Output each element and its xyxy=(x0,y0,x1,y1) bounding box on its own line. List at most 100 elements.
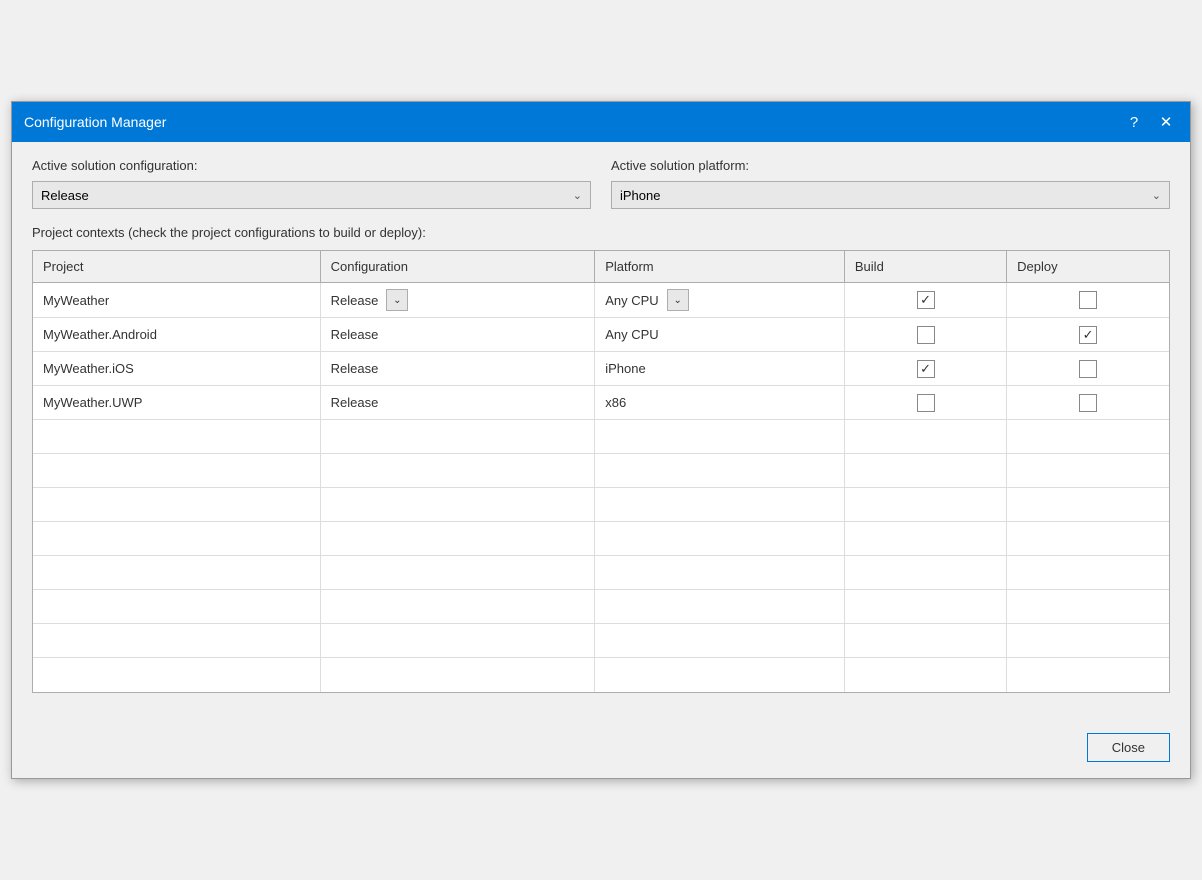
empty-cell xyxy=(33,658,320,692)
build-checkbox[interactable] xyxy=(917,394,935,412)
empty-cell xyxy=(320,454,595,488)
cell-config: Release ⌄ xyxy=(320,283,595,318)
empty-table-row xyxy=(33,658,1169,692)
empty-table-row xyxy=(33,522,1169,556)
deploy-checkbox[interactable] xyxy=(1079,394,1097,412)
platform-cell-dropdown-btn[interactable]: ⌄ xyxy=(667,289,689,311)
close-button[interactable]: Close xyxy=(1087,733,1170,762)
empty-cell xyxy=(1007,488,1169,522)
table-row: MyWeather.AndroidReleaseAny CPU xyxy=(33,318,1169,352)
empty-cell xyxy=(33,624,320,658)
empty-cell xyxy=(320,556,595,590)
build-checkbox[interactable] xyxy=(917,326,935,344)
platform-dropdown[interactable]: iPhone ⌄ xyxy=(611,181,1170,209)
platform-label: Active solution platform: xyxy=(611,158,1170,173)
deploy-checkbox[interactable] xyxy=(1079,291,1097,309)
platform-dropdown-arrow-icon: ⌄ xyxy=(1152,189,1161,202)
cell-build xyxy=(844,386,1006,420)
cell-platform: iPhone xyxy=(595,352,845,386)
empty-cell xyxy=(1007,624,1169,658)
empty-cell xyxy=(1007,590,1169,624)
empty-cell xyxy=(844,488,1006,522)
cell-deploy xyxy=(1007,318,1169,352)
dialog-title: Configuration Manager xyxy=(24,114,166,130)
build-checkbox[interactable] xyxy=(917,360,935,378)
cell-project: MyWeather.iOS xyxy=(33,352,320,386)
config-value: Release xyxy=(331,327,379,342)
config-value: Release xyxy=(331,361,379,376)
cell-platform: Any CPU⌄ xyxy=(595,283,845,318)
empty-cell xyxy=(844,522,1006,556)
platform-group: Active solution platform: iPhone ⌄ xyxy=(611,158,1170,209)
cell-build xyxy=(844,352,1006,386)
empty-cell xyxy=(595,522,845,556)
cell-project: MyWeather.Android xyxy=(33,318,320,352)
empty-cell xyxy=(1007,454,1169,488)
empty-cell xyxy=(844,624,1006,658)
build-checkbox[interactable] xyxy=(917,291,935,309)
form-row: Active solution configuration: Release ⌄… xyxy=(32,158,1170,209)
table-row: MyWeather.iOS Release iPhone xyxy=(33,352,1169,386)
cell-build xyxy=(844,283,1006,318)
empty-cell xyxy=(320,624,595,658)
empty-cell xyxy=(320,590,595,624)
title-bar-buttons: ? ✕ xyxy=(1122,110,1178,134)
cell-platform: x86 xyxy=(595,386,845,420)
empty-cell xyxy=(595,658,845,692)
th-build: Build xyxy=(844,251,1006,283)
help-button[interactable]: ? xyxy=(1122,110,1146,134)
empty-cell xyxy=(320,488,595,522)
empty-cell xyxy=(33,556,320,590)
th-project: Project xyxy=(33,251,320,283)
empty-cell xyxy=(33,590,320,624)
table-row: MyWeather.UWP Release x86 xyxy=(33,386,1169,420)
deploy-checkbox[interactable] xyxy=(1079,326,1097,344)
cell-config: Release xyxy=(320,386,595,420)
dialog-footer: Close xyxy=(12,725,1190,778)
cell-build xyxy=(844,318,1006,352)
cell-project: MyWeather xyxy=(33,283,320,318)
empty-cell xyxy=(844,420,1006,454)
config-dropdown-arrow-icon: ⌄ xyxy=(573,189,582,202)
title-bar: Configuration Manager ? ✕ xyxy=(12,102,1190,142)
th-deploy: Deploy xyxy=(1007,251,1169,283)
empty-table-row xyxy=(33,454,1169,488)
config-dropdown[interactable]: Release ⌄ xyxy=(32,181,591,209)
empty-table-row xyxy=(33,420,1169,454)
config-value: Release xyxy=(331,293,379,308)
platform-dropdown-value: iPhone xyxy=(620,188,660,203)
config-group: Active solution configuration: Release ⌄ xyxy=(32,158,591,209)
empty-cell xyxy=(33,488,320,522)
platform-value: iPhone xyxy=(605,361,645,376)
platform-value: x86 xyxy=(605,395,626,410)
close-window-button[interactable]: ✕ xyxy=(1154,110,1178,134)
empty-cell xyxy=(320,658,595,692)
th-platform: Platform xyxy=(595,251,845,283)
empty-cell xyxy=(1007,556,1169,590)
empty-cell xyxy=(1007,522,1169,556)
cell-project: MyWeather.UWP xyxy=(33,386,320,420)
dialog-body: Active solution configuration: Release ⌄… xyxy=(12,142,1190,725)
project-table-container: Project Configuration Platform Build Dep… xyxy=(32,250,1170,693)
config-cell-dropdown-btn[interactable]: ⌄ xyxy=(386,289,408,311)
empty-cell xyxy=(595,624,845,658)
empty-cell xyxy=(844,454,1006,488)
table-header-row: Project Configuration Platform Build Dep… xyxy=(33,251,1169,283)
empty-table-row xyxy=(33,624,1169,658)
empty-cell xyxy=(595,556,845,590)
empty-cell xyxy=(844,658,1006,692)
empty-cell xyxy=(595,590,845,624)
cell-deploy xyxy=(1007,386,1169,420)
empty-cell xyxy=(1007,658,1169,692)
empty-cell xyxy=(595,454,845,488)
deploy-checkbox[interactable] xyxy=(1079,360,1097,378)
table-row: MyWeatherRelease⌄Any CPU⌄ xyxy=(33,283,1169,318)
cell-deploy xyxy=(1007,352,1169,386)
empty-table-row xyxy=(33,590,1169,624)
config-value: Release xyxy=(331,395,379,410)
empty-cell xyxy=(595,420,845,454)
empty-table-row xyxy=(33,556,1169,590)
th-configuration: Configuration xyxy=(320,251,595,283)
empty-table-row xyxy=(33,488,1169,522)
empty-cell xyxy=(33,522,320,556)
